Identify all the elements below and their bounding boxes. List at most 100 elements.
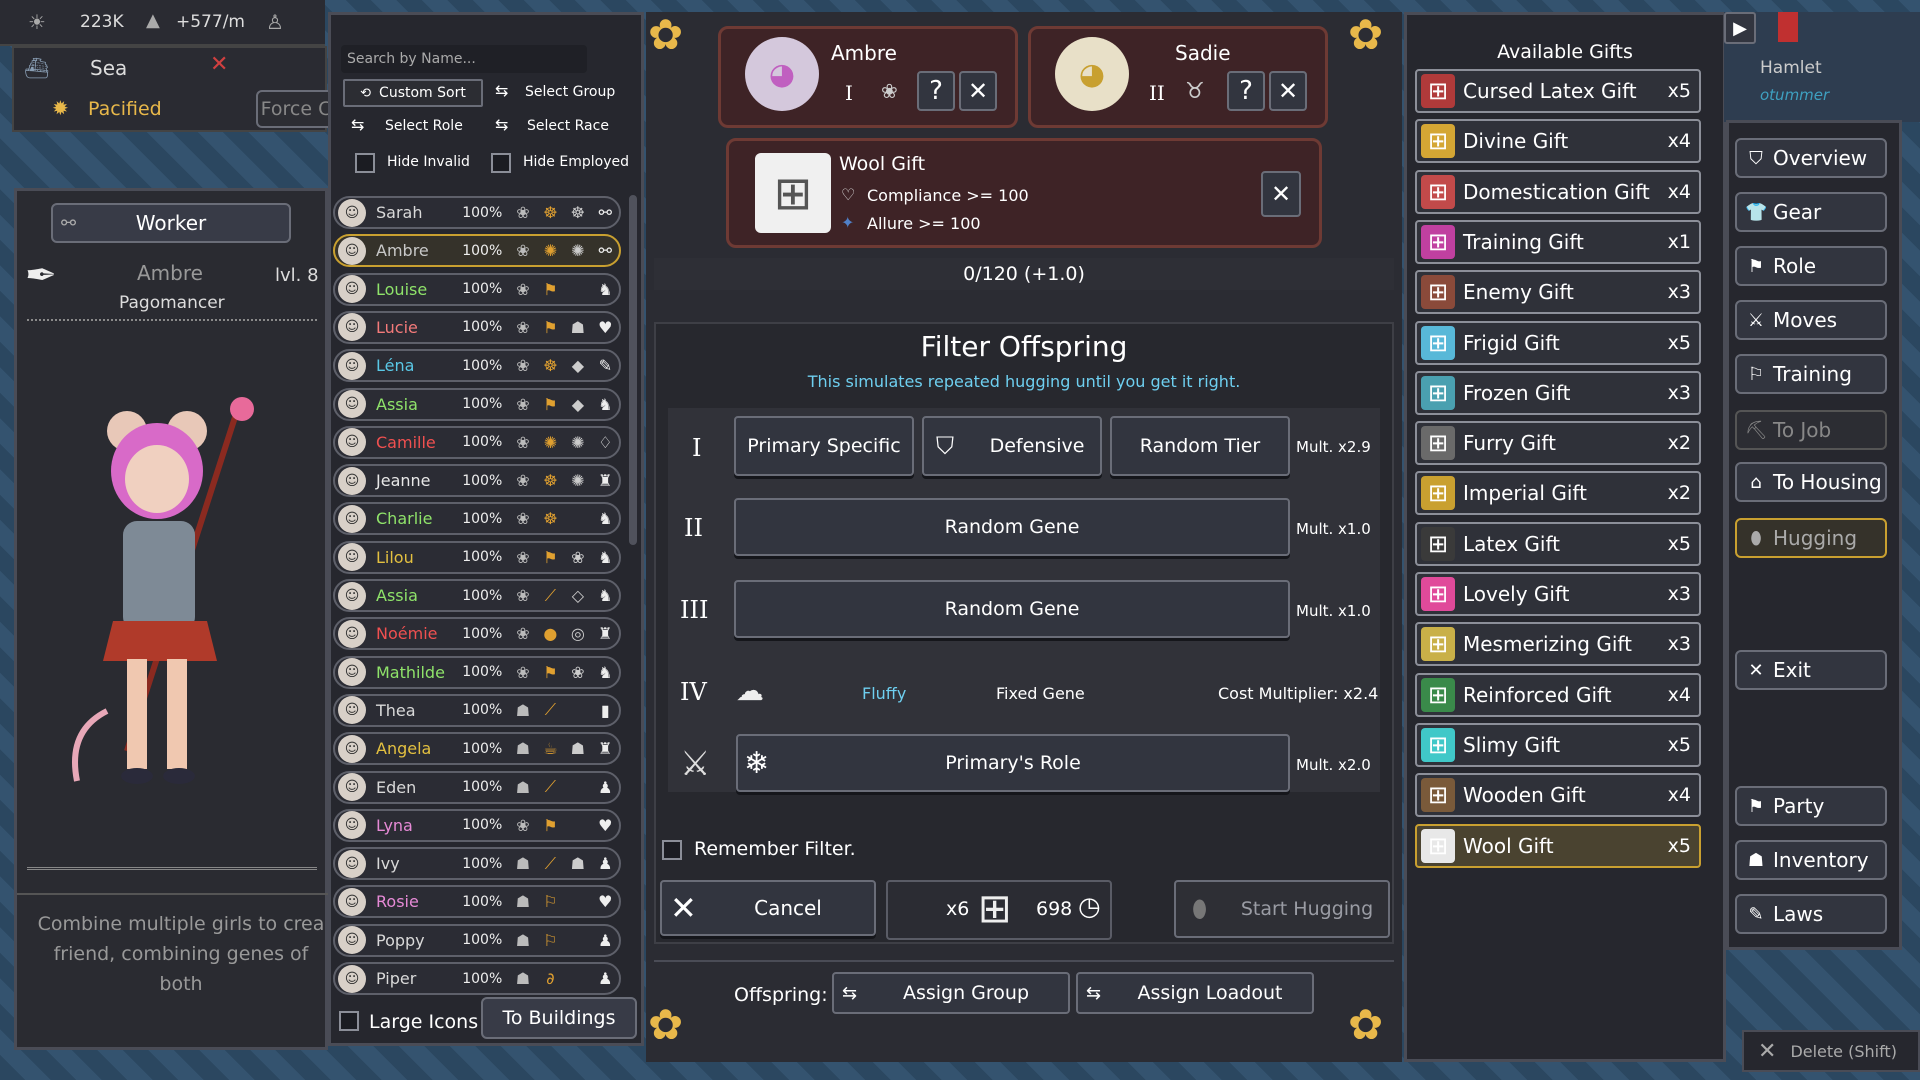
select-role-button[interactable]: Select Role <box>385 118 463 134</box>
roster-row[interactable]: ☺ Camille 100% ❀ ✺ ✺ ♢ <box>333 425 621 459</box>
gift-item[interactable]: ⊞ Slimy Gift x5 <box>1415 722 1701 767</box>
gift-count: x3 <box>1667 583 1691 605</box>
gift-name: Slimy Gift <box>1463 732 1561 757</box>
random-gene-button[interactable]: Random Gene <box>734 580 1290 638</box>
roster-row[interactable]: ☺ Eden 100% ☗ ⟋ ♟ <box>333 770 621 804</box>
to-housing-button[interactable]: ⌂ To Housing <box>1735 462 1887 502</box>
roster-name: Léna <box>376 356 415 376</box>
laws-button[interactable]: ✎ Laws <box>1735 894 1887 934</box>
trait-icon: ⚑ <box>543 317 558 337</box>
roster-name: Thea <box>376 700 416 720</box>
roster-row[interactable]: ☺ Poppy 100% ☗ ⚐ ♟ <box>333 923 621 957</box>
roster-row[interactable]: ☺ Rosie 100% ☗ ⚐ ♥ <box>333 885 621 919</box>
large-icons-checkbox[interactable] <box>339 1011 359 1031</box>
gift-item[interactable]: ⊞ Frigid Gift x5 <box>1415 320 1701 365</box>
fluffy-gene-icon: ☁ <box>736 674 764 707</box>
roster-percent: 100% <box>462 625 503 642</box>
roster-row[interactable]: ☺ Angela 100% ☗ ☕ ☗ ♜ <box>333 732 621 766</box>
random-tier-button[interactable]: Random Tier <box>1110 416 1290 476</box>
roster-row[interactable]: ☺ Assia 100% ❀ ⚑ ◆ ♞ <box>333 387 621 421</box>
location-panel: ⛴ Sea ✕ ✹ Pacified Force C <box>12 46 336 132</box>
gift-box-icon: ⊞ <box>1421 275 1455 310</box>
roster-percent: 100% <box>462 740 503 757</box>
trait-icon: ♞ <box>598 394 613 414</box>
play-button[interactable]: ▶ <box>1724 12 1756 44</box>
roster-row[interactable]: ☺ Louise 100% ❀ ⚑ ♞ <box>333 272 621 306</box>
start-hugging-button[interactable]: ⬮ Start Hugging <box>1174 880 1390 938</box>
custom-sort-button[interactable]: ⟲ Custom Sort <box>343 79 483 107</box>
delete-button[interactable]: ✕ Delete (Shift) <box>1742 1030 1920 1072</box>
gift-item[interactable]: ⊞ Latex Gift x5 <box>1415 521 1701 566</box>
primary-specific-button[interactable]: Primary Specific <box>734 416 914 476</box>
remember-filter-checkbox[interactable] <box>662 840 682 860</box>
assign-group-button[interactable]: ⇆ Assign Group <box>832 972 1070 1014</box>
swap-icon: ⇆ <box>351 115 365 134</box>
select-group-button[interactable]: Select Group <box>525 84 615 100</box>
gift-item[interactable]: ⊞ Divine Gift x4 <box>1415 119 1701 164</box>
gift-item[interactable]: ⊞ Mesmerizing Gift x3 <box>1415 622 1701 667</box>
training-button[interactable]: ⚐ Training <box>1735 354 1887 394</box>
trait-icon: ☗ <box>570 854 586 874</box>
roster-scrollbar[interactable] <box>629 195 637 545</box>
gift-item[interactable]: ⊞ Lovely Gift x3 <box>1415 572 1701 616</box>
exit-button[interactable]: ✕ Exit <box>1735 650 1887 690</box>
parent-remove-button[interactable]: ✕ <box>1269 71 1307 111</box>
gift-item[interactable]: ⊞ Reinforced Gift x4 <box>1415 672 1701 717</box>
hide-invalid-checkbox[interactable] <box>355 153 375 173</box>
role-nav-button[interactable]: ⚑ Role <box>1735 246 1887 286</box>
trait-icon: ⟋ <box>544 700 556 720</box>
roster-row[interactable]: ☺ Assia 100% ❀ ⟋ ◇ ♞ <box>333 579 621 612</box>
gear-button[interactable]: 👕 Gear <box>1735 192 1887 232</box>
swap-icon: ⇆ <box>842 982 858 1004</box>
primary-role-button[interactable]: ❄ Primary's Role <box>736 734 1290 792</box>
trait-icon: ✺ <box>571 241 585 261</box>
party-button[interactable]: ⚑ Party <box>1735 786 1887 826</box>
parent-remove-button[interactable]: ✕ <box>959 71 997 111</box>
select-race-button[interactable]: Select Race <box>527 118 609 134</box>
moves-button[interactable]: ⚔ Moves <box>1735 300 1887 340</box>
assign-loadout-button[interactable]: ⇆ Assign Loadout <box>1076 972 1314 1014</box>
roster-row[interactable]: ☺ Lucie 100% ❀ ⚑ ☗ ♥ <box>333 310 621 344</box>
parent-info-button[interactable]: ? <box>1227 71 1265 111</box>
defensive-button[interactable]: ⛉ Defensive <box>922 416 1102 476</box>
parent-info-button[interactable]: ? <box>917 71 955 111</box>
gift-item[interactable]: ⊞ Cursed Latex Gift x5 <box>1415 69 1701 113</box>
roster-row[interactable]: ☺ Lilou 100% ❀ ⚑ ❀ ♞ <box>333 540 621 574</box>
gift-remove-button[interactable]: ✕ <box>1261 171 1301 217</box>
gift-item[interactable]: ⊞ Enemy Gift x3 <box>1415 270 1701 315</box>
overview-button[interactable]: ⛉ Overview <box>1735 138 1887 178</box>
roster-row[interactable]: ☺ Lyna 100% ❀ ⚑ ♥ <box>333 808 621 842</box>
roster-row[interactable]: ☺ Ivy 100% ☗ ⟋ ☗ ♟ <box>333 847 621 881</box>
inventory-button[interactable]: ☗ Inventory <box>1735 840 1887 880</box>
gift-item[interactable]: ⊞ Furry Gift x2 <box>1415 421 1701 466</box>
roster-row[interactable]: ☺ Ambre 100% ❀ ✺ ✺ ⚯ <box>333 234 621 268</box>
avatar: ☺ <box>338 696 366 725</box>
gift-item[interactable]: ⊞ Frozen Gift x3 <box>1415 370 1701 415</box>
gift-name: Latex Gift <box>1463 531 1560 556</box>
gift-item[interactable]: ⊞ Wool Gift x5 <box>1415 823 1701 868</box>
roster-row[interactable]: ☺ Piper 100% ☗ ∂ ♟ <box>333 962 621 995</box>
gift-item[interactable]: ⊞ Wooden Gift x4 <box>1415 773 1701 818</box>
gift-item[interactable]: ⊞ Domestication Gift x4 <box>1415 169 1701 214</box>
roster-row[interactable]: ☺ Charlie 100% ❀ ☸ ♞ <box>333 502 621 536</box>
roster-name: Mathilde <box>376 662 445 682</box>
gift-item[interactable]: ⊞ Training Gift x1 <box>1415 219 1701 264</box>
roster-row[interactable]: ☺ Mathilde 100% ❀ ⚑ ❀ ♞ <box>333 655 621 689</box>
role-button[interactable]: ⚯ Worker <box>51 203 291 243</box>
roster-row[interactable]: ☺ Sarah 100% ❀ ☸ ☸ ⚯ <box>333 196 621 229</box>
random-gene-button[interactable]: Random Gene <box>734 498 1290 556</box>
close-icon[interactable]: ✕ <box>210 52 228 77</box>
search-input[interactable]: Search by Name... <box>341 45 587 73</box>
hide-employed-checkbox[interactable] <box>491 153 511 173</box>
roster-row[interactable]: ☺ Léna 100% ❀ ☸ ◆ ✎ <box>333 349 621 383</box>
force-button[interactable]: Force C <box>256 90 336 128</box>
roster-row[interactable]: ☺ Noémie 100% ❀ ● ◎ ♜ <box>333 617 621 651</box>
hugging-button[interactable]: ⬮ Hugging <box>1735 518 1887 558</box>
gift-item[interactable]: ⊞ Imperial Gift x2 <box>1415 471 1701 516</box>
roster-row[interactable]: ☺ Thea 100% ☗ ⟋ ▮ <box>333 693 621 727</box>
cancel-button[interactable]: ✕ Cancel <box>660 880 876 936</box>
roster-row[interactable]: ☺ Jeanne 100% ❀ ☸ ✺ ♜ <box>333 464 621 498</box>
roster-name: Noémie <box>376 624 438 644</box>
to-buildings-button[interactable]: To Buildings <box>481 997 637 1039</box>
to-job-button[interactable]: ⛏ To Job <box>1735 410 1887 450</box>
